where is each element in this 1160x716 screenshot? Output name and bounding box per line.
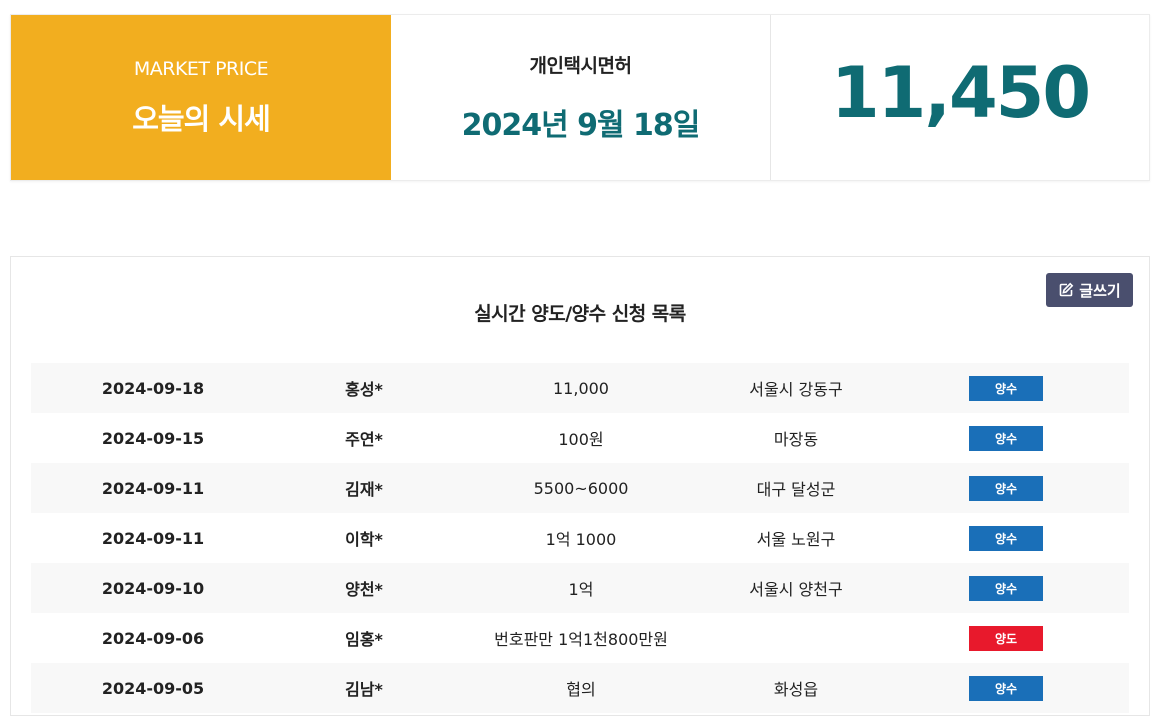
market-price-banner: MARKET PRICE 오늘의 시세 개인택시면허 2024년 9월 18일 … bbox=[10, 14, 1150, 181]
list-row[interactable]: 2024-09-05 김남* 협의 화성읍 양수 bbox=[31, 663, 1129, 713]
row-price: 1억 1000 bbox=[545, 530, 617, 549]
row-price: 1억 bbox=[568, 580, 594, 599]
market-category: 개인택시면허 bbox=[529, 55, 632, 77]
market-price-value: 11,450 bbox=[830, 51, 1091, 134]
row-location: 대구 달성군 bbox=[756, 480, 836, 499]
row-name: 양천* bbox=[345, 580, 383, 599]
transfer-list-panel: 글쓰기 실시간 양도/양수 신청 목록 2024-09-18 홍성* 11,00… bbox=[10, 256, 1150, 716]
market-price-box: MARKET PRICE 오늘의 시세 bbox=[11, 15, 391, 180]
list-row[interactable]: 2024-09-18 홍성* 11,000 서울시 강동구 양수 bbox=[31, 363, 1129, 413]
row-name: 홍성* bbox=[345, 380, 383, 399]
list-row[interactable]: 2024-09-10 양천* 1억 서울시 양천구 양수 bbox=[31, 563, 1129, 613]
row-location: 서울시 양천구 bbox=[749, 580, 843, 599]
row-location: 서울 노원구 bbox=[756, 530, 836, 549]
transfer-list: 2024-09-18 홍성* 11,000 서울시 강동구 양수 2024-09… bbox=[31, 363, 1129, 713]
row-price: 협의 bbox=[566, 680, 596, 699]
row-date: 2024-09-18 bbox=[101, 378, 205, 398]
market-price-ko-label: 오늘의 시세 bbox=[132, 101, 270, 136]
row-type-badge: 양수 bbox=[969, 375, 1043, 401]
row-price: 번호판만 1억1천800만원 bbox=[494, 630, 668, 649]
row-date: 2024-09-11 bbox=[101, 478, 205, 498]
market-date-box: 개인택시면허 2024년 9월 18일 bbox=[391, 15, 771, 180]
list-row[interactable]: 2024-09-06 임홍* 번호판만 1억1천800만원 양도 bbox=[31, 613, 1129, 663]
row-type-badge: 양수 bbox=[969, 475, 1043, 501]
list-row[interactable]: 2024-09-11 이학* 1억 1000 서울 노원구 양수 bbox=[31, 513, 1129, 563]
row-date: 2024-09-15 bbox=[101, 428, 205, 448]
row-type-badge: 양수 bbox=[969, 575, 1043, 601]
market-date: 2024년 9월 18일 bbox=[461, 108, 701, 143]
row-name: 이학* bbox=[345, 530, 383, 549]
row-price: 11,000 bbox=[553, 378, 609, 398]
market-price-en-label: MARKET PRICE bbox=[133, 57, 269, 80]
row-location: 화성읍 bbox=[773, 680, 819, 699]
row-location: 마장동 bbox=[773, 430, 819, 449]
row-location: 서울시 강동구 bbox=[749, 380, 843, 399]
write-button-label: 글쓰기 bbox=[1079, 281, 1121, 300]
row-name: 임홍* bbox=[345, 630, 383, 649]
edit-icon bbox=[1059, 282, 1074, 297]
row-price: 100원 bbox=[558, 430, 604, 449]
market-price-value-box: 11,450 bbox=[771, 15, 1149, 180]
row-name: 김재* bbox=[345, 480, 383, 499]
row-type-badge: 양도 bbox=[969, 625, 1043, 651]
row-type-badge: 양수 bbox=[969, 675, 1043, 701]
row-date: 2024-09-06 bbox=[101, 628, 205, 648]
row-name: 주연* bbox=[345, 430, 383, 449]
row-price: 5500~6000 bbox=[533, 478, 629, 498]
row-type-badge: 양수 bbox=[969, 525, 1043, 551]
list-row[interactable]: 2024-09-11 김재* 5500~6000 대구 달성군 양수 bbox=[31, 463, 1129, 513]
row-date: 2024-09-05 bbox=[101, 678, 205, 698]
list-title: 실시간 양도/양수 신청 목록 bbox=[474, 303, 686, 325]
row-date: 2024-09-10 bbox=[101, 578, 205, 598]
list-row[interactable]: 2024-09-15 주연* 100원 마장동 양수 bbox=[31, 413, 1129, 463]
row-date: 2024-09-11 bbox=[101, 528, 205, 548]
row-name: 김남* bbox=[345, 680, 383, 699]
row-type-badge: 양수 bbox=[969, 425, 1043, 451]
